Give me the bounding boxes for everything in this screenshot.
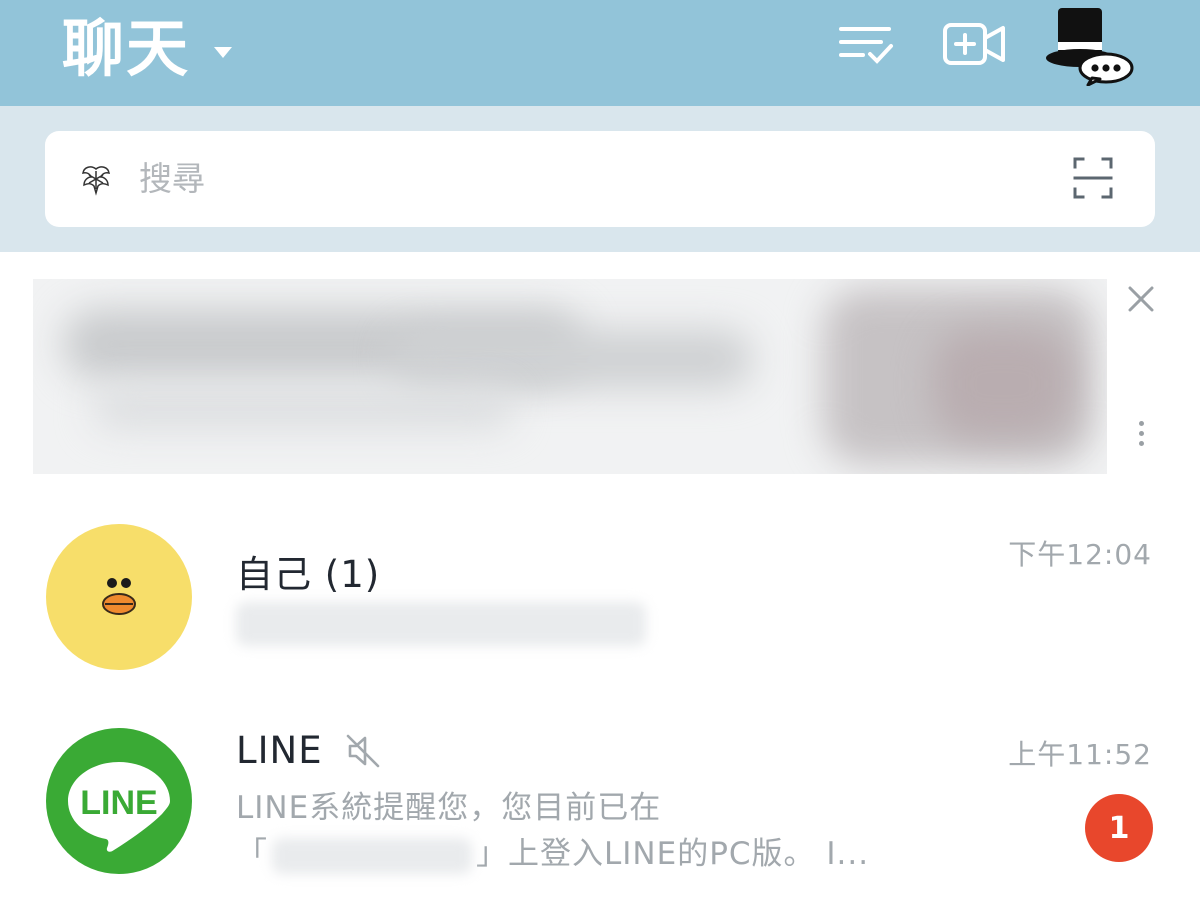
chat-preview-blurred [236, 600, 646, 646]
blurred-device-name [272, 837, 472, 874]
more-vertical-icon[interactable] [1130, 418, 1152, 458]
page-title: 聊天 [62, 12, 191, 85]
chat-time: 下午12:04 [1008, 538, 1152, 571]
blurred-ad-image [933, 329, 1073, 439]
line-logo-text: LINE [80, 784, 157, 822]
sally-duck-avatar [102, 578, 136, 615]
unread-badge: 1 [1085, 794, 1153, 862]
chat-name: LINE [236, 729, 323, 772]
chat-name-wrap: LINE [236, 728, 381, 774]
chat-list-item[interactable]: LINE LINE 上午11:52 LINE系統提醒您，您目前已在 「 」上登入L… [0, 712, 1200, 902]
ad-banner[interactable] [33, 279, 1107, 474]
chat-name: 自己 (1) [236, 553, 381, 596]
video-call-add-icon [943, 23, 1005, 65]
line-logo-avatar: LINE [68, 762, 170, 852]
chat-screen: 聊天 搜尋 自己 (1) 下午12:04 LINE LINE 上午11:52 L… [0, 0, 1200, 917]
chat-time: 上午11:52 [1008, 738, 1152, 771]
chat-preview-line1: LINE系統提醒您，您目前已在 [236, 790, 662, 826]
qr-scan-icon[interactable] [1073, 157, 1113, 199]
preview-bracket-open: 「 [236, 836, 268, 872]
mute-icon [346, 734, 379, 768]
avatar [46, 524, 192, 670]
search-area: 搜尋 [0, 106, 1200, 252]
chat-preview-line2: 「 」上登入LINE的PC版。 I... [236, 832, 869, 876]
chat-list-item[interactable]: 自己 (1) 下午12:04 [0, 508, 1200, 688]
search-placeholder: 搜尋 [139, 159, 205, 198]
search-input[interactable]: 搜尋 [45, 131, 1155, 227]
blurred-ad-text [93, 389, 513, 429]
blurred-ad-text [393, 329, 753, 389]
top-hat-avatar-icon [1046, 8, 1134, 86]
edit-list-icon [839, 27, 893, 64]
close-icon[interactable] [1124, 282, 1158, 316]
top-bar: 聊天 [0, 0, 1200, 106]
search-icon [82, 166, 110, 196]
edit-list-button[interactable] [830, 14, 902, 76]
avatar: LINE [46, 728, 192, 874]
chat-title-dropdown[interactable]: 聊天 [62, 6, 233, 92]
preview-rest: 」上登入LINE的PC版。 I... [476, 836, 870, 872]
add-video-call-button[interactable] [938, 14, 1010, 76]
profile-button[interactable] [1044, 6, 1136, 86]
chevron-down-icon [214, 46, 233, 58]
